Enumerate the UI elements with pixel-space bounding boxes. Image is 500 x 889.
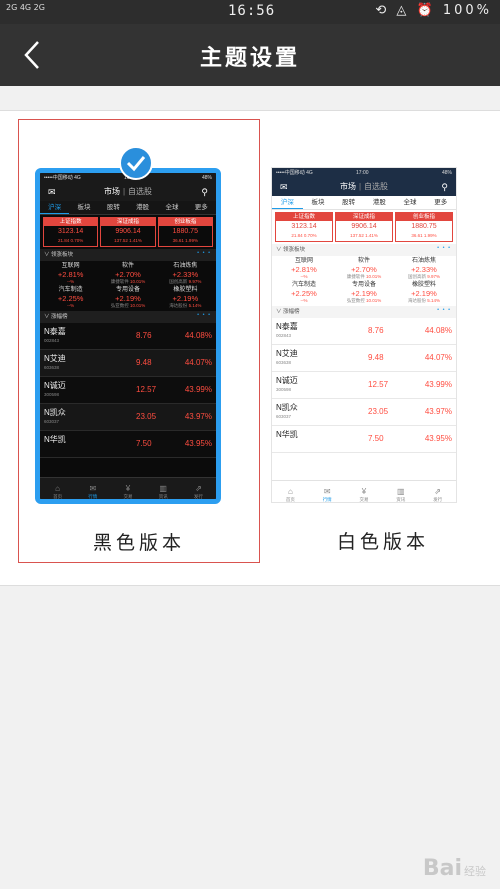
sector-cell: 橡胶塑料 +2.19% 海达股份 5.14%: [407, 282, 441, 303]
list-item: N艾迪 603638 9.48 44.07%: [272, 345, 456, 372]
list-item: N艾迪 603638 9.48 44.07%: [40, 350, 216, 377]
preview-tab: 港股: [136, 204, 150, 211]
list-item: N华凯 7.50 43.95%: [40, 431, 216, 458]
sector-cell: 汽车制造 +2.25% --%: [291, 282, 317, 303]
sector-cell: 专用设备 +2.19% 弘亚数控 10.01%: [346, 282, 382, 303]
preview-nav-title: 市场: [103, 187, 120, 196]
index-card: 创业板指 1880.75 36.61 1.99%: [157, 217, 213, 247]
sector-cell: 专用设备 +2.19% 弘亚数控 10.01%: [110, 287, 146, 308]
sector-cell: 汽车制造 +2.25% --%: [57, 287, 84, 308]
index-card: 深证成指 9906.14 137.52 1.41%: [100, 217, 156, 247]
preview-battery: 48%: [201, 175, 212, 181]
preview-time: 17:00: [356, 170, 369, 176]
preview-tabs: 沪深 板块 股转 港股 全球 更多: [40, 201, 216, 215]
index-card: 创业板指 1880.75 36.61 1.99%: [395, 212, 453, 242]
list-item: N泰嘉 002843 8.76 44.08%: [272, 318, 456, 345]
search-icon: ⚲: [441, 182, 448, 192]
sector-cell: 互联网 +2.81% --%: [57, 263, 84, 284]
light-theme-preview: •••••中国移动 4G 17:00 48% ✉ 市场 | 自选股 ⚲ 沪深 板块 …: [271, 167, 457, 503]
gainers-list: N泰嘉 002843 8.76 44.08% N艾迪 603638 9.48 44.07% …: [272, 318, 456, 453]
news-icon: ▥ 资讯: [396, 487, 406, 502]
preview-indices: 上证指数 3123.14 21.84 0.70% 深证成指 9906.14 137.52…: [272, 210, 456, 244]
signal-indicators: 2G 4G 2G: [6, 3, 45, 12]
preview-tab: 港股: [372, 199, 386, 206]
preview-tab: 股转: [342, 199, 356, 206]
index-card: 深证成指 9906.14 137.52 1.41%: [335, 212, 393, 242]
status-bar: 2G 4G 2G 16:56 ⟲ ◬ ⏰ 100%: [0, 0, 500, 24]
market-icon: ✉ 行情: [322, 487, 332, 502]
page-title: 主题设置: [199, 46, 300, 71]
discover-icon: ⇗ 发行: [433, 487, 443, 502]
theme-option-light[interactable]: •••••中国移动 4G 17:00 48% ✉ 市场 | 自选股 ⚲ 沪深 板块 …: [262, 119, 500, 563]
gainers-section-header: ∨ 涨幅榜 • • •: [272, 306, 456, 318]
theme-label-light: 白色版本: [336, 531, 429, 553]
search-icon: ⚲: [201, 187, 208, 197]
preview-tab: 全球: [165, 204, 179, 211]
gainers-list: N泰嘉 002843 8.76 44.08% N艾迪 603638 9.48 44.07% …: [40, 323, 216, 458]
preview-tab: 板块: [311, 199, 325, 206]
sector-grid: 互联网 +2.81% --% 软件 +2.70% 康捷软件 10.01% 石油炼焦 +2…: [40, 261, 216, 311]
mail-icon: ✉: [48, 187, 56, 197]
preview-bottom-nav: ⌂ 首页 ✉ 行情 ¥ 交易 ▥ 资讯 ⇗ 发行: [272, 480, 456, 502]
list-item: N华凯 7.50 43.95%: [272, 426, 456, 453]
list-item: N诚迈 300598 12.57 43.99%: [40, 377, 216, 404]
status-time: 16:56: [228, 3, 276, 19]
gainers-section-header: ∨ 涨幅榜 • • •: [40, 311, 216, 323]
baidu-watermark-logo: Bai 经验: [422, 856, 486, 881]
home-icon: ⌂ 首页: [285, 487, 295, 502]
list-item: N凯众 603037 23.05 43.97%: [272, 399, 456, 426]
preview-tab: 沪深: [40, 201, 70, 214]
preview-tabs: 沪深 板块 股转 港股 全球 更多: [272, 196, 456, 210]
preview-nav-sub: 自选股: [128, 187, 153, 196]
preview-carrier: •••••中国移动 4G: [276, 170, 313, 176]
theme-panel: •••••中国移动 4G 16:59 48% ✉ 市场|自选股 ⚲ 沪深 板块 …: [0, 110, 500, 586]
list-item: N凯众 603037 23.05 43.97%: [40, 404, 216, 431]
sector-cell: 软件 +2.70% 康捷软件 10.01%: [110, 263, 146, 284]
list-item: N诚迈 300598 12.57 43.99%: [272, 372, 456, 399]
sector-cell: 石油炼焦 +2.33% 国创高新 9.97%: [407, 258, 441, 279]
dark-theme-preview: •••••中国移动 4G 16:59 48% ✉ 市场|自选股 ⚲ 沪深 板块 …: [35, 168, 221, 504]
index-card: 上证指数 3123.14 21.84 0.70%: [275, 212, 333, 242]
preview-tab: 股转: [106, 204, 120, 211]
sector-grid: 互联网 +2.81% --% 软件 +2.70% 康捷软件 10.01% 石油炼焦 +2…: [272, 256, 456, 306]
preview-carrier: •••••中国移动 4G: [44, 175, 81, 181]
home-icon: ⌂ 首页: [53, 484, 63, 499]
sector-cell: 软件 +2.70% 康捷软件 10.01%: [346, 258, 382, 279]
sector-section-header: ∨ 领涨板块 • • •: [272, 244, 456, 256]
preview-nav-title: 市场: [339, 182, 356, 191]
discover-icon: ⇗ 发行: [193, 484, 203, 499]
theme-option-dark[interactable]: •••••中国移动 4G 16:59 48% ✉ 市场|自选股 ⚲ 沪深 板块 …: [18, 119, 260, 563]
news-icon: ▥ 资讯: [158, 484, 168, 499]
preview-indices: 上证指数 3123.14 21.84 0.70% 深证成指 9906.14 137.52…: [40, 215, 216, 249]
content-area: •••••中国移动 4G 16:59 48% ✉ 市场|自选股 ⚲ 沪深 板块 …: [0, 86, 500, 889]
preview-nav: ✉ 市场 | 自选股 ⚲: [272, 178, 456, 196]
list-item: N泰嘉 002843 8.76 44.08%: [40, 323, 216, 350]
preview-status-bar: •••••中国移动 4G 17:00 48%: [272, 168, 456, 178]
sector-section-header: ∨ 领涨板块 • • •: [40, 249, 216, 261]
app-header: 主题设置: [0, 24, 500, 86]
preview-tab: 更多: [434, 199, 448, 206]
preview-nav-sub: 自选股: [364, 182, 389, 191]
preview-tab: 更多: [194, 204, 208, 211]
preview-nav: ✉ 市场 | 自选股 ⚲: [40, 183, 216, 201]
status-icons: ⟲ ◬ ⏰ 100%: [375, 3, 492, 18]
sector-cell: 橡胶塑料 +2.19% 海达股份 5.14%: [169, 287, 202, 308]
preview-battery: 48%: [441, 170, 452, 176]
sector-cell: 互联网 +2.81% --%: [291, 258, 317, 279]
index-card: 上证指数 3123.14 21.84 0.70%: [43, 217, 99, 247]
trade-icon: ¥ 交易: [123, 484, 133, 499]
trade-icon: ¥ 交易: [359, 487, 369, 502]
sector-cell: 石油炼焦 +2.33% 国创高新 9.97%: [169, 263, 202, 284]
market-icon: ✉ 行情: [88, 484, 98, 499]
preview-bottom-nav: ⌂ 首页 ✉ 行情 ¥ 交易 ▥ 资讯 ⇗ 发行: [40, 477, 216, 499]
preview-tab: 全球: [403, 199, 417, 206]
preview-tab: 沪深: [272, 196, 303, 209]
preview-tab: 板块: [77, 204, 91, 211]
mail-icon: ✉: [280, 182, 288, 192]
theme-label-dark: 黑色版本: [92, 532, 185, 554]
selected-check-icon: [119, 146, 153, 180]
